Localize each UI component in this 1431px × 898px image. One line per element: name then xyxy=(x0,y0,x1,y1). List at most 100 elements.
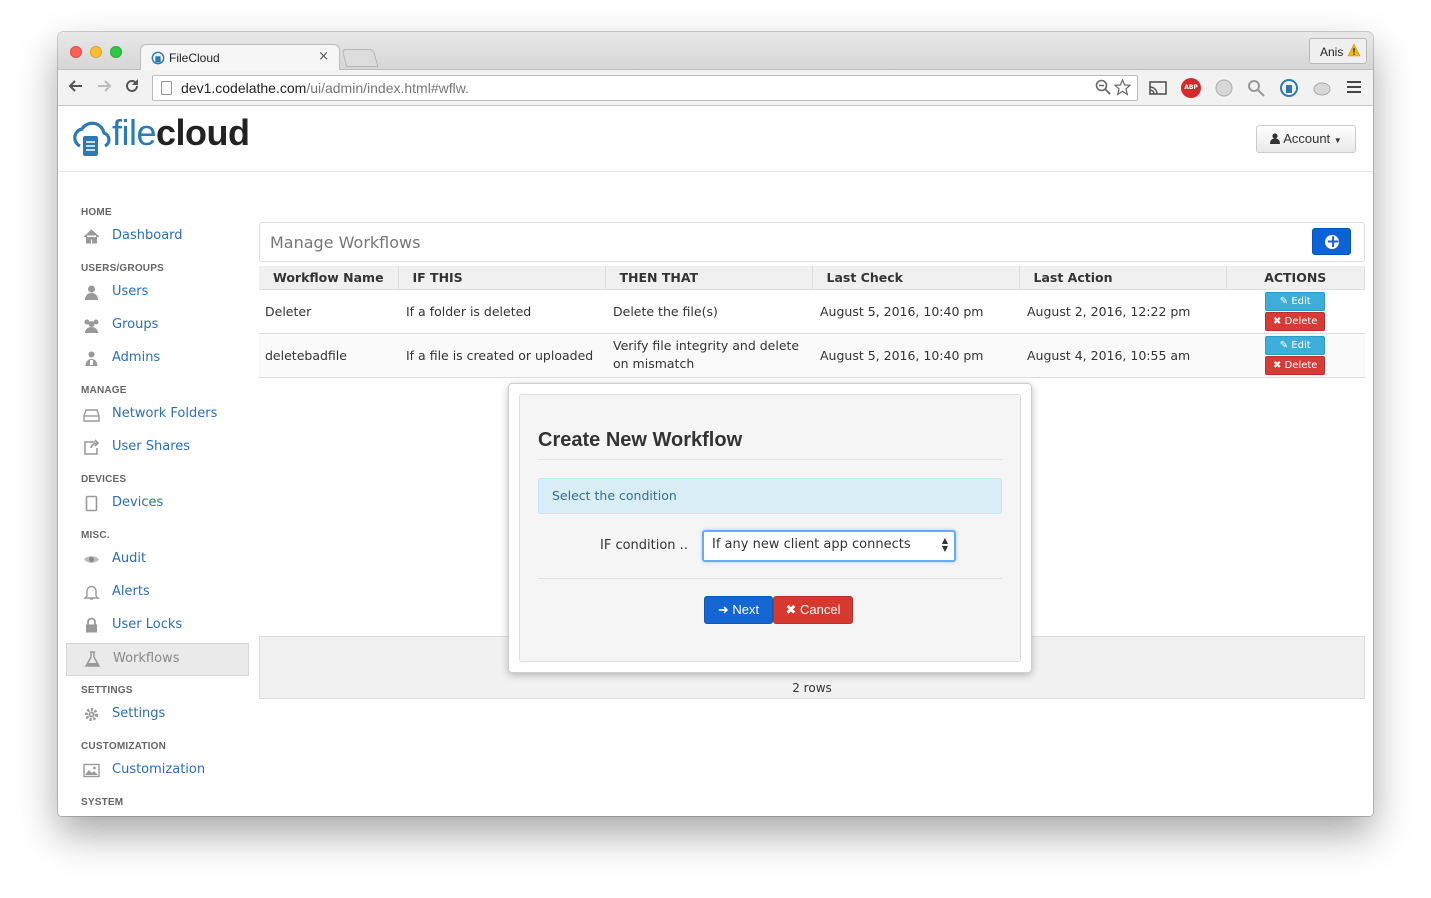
profile-button[interactable]: Anis xyxy=(1309,38,1367,64)
sidebar-section-home: HOME xyxy=(81,207,112,218)
account-dropdown-button[interactable]: Account ▼ xyxy=(1256,125,1356,153)
page-title: Manage Workflows xyxy=(270,233,421,252)
sidebar-item-label: Users xyxy=(112,284,149,299)
column-header[interactable]: IF THIS xyxy=(398,266,606,290)
last-action-cell: August 4, 2016, 10:55 am xyxy=(1019,333,1226,378)
logo-text-file: file xyxy=(112,112,157,153)
column-header[interactable]: Workflow Name xyxy=(259,266,399,290)
minimize-window-button[interactable] xyxy=(90,46,102,58)
manage-workflows-header: Manage Workflows xyxy=(259,222,1365,262)
column-header[interactable]: THEN THAT xyxy=(605,266,813,290)
sidebar-item-users[interactable]: Users xyxy=(66,277,249,310)
next-label: Next xyxy=(732,602,760,617)
menu-icon[interactable] xyxy=(1347,81,1361,93)
adblock-plus-icon[interactable]: ABP xyxy=(1181,78,1201,98)
sidebar-item-groups[interactable]: Groups xyxy=(66,310,249,343)
modal-body: Create New Workflow Select the condition… xyxy=(519,394,1021,662)
sidebar-item-dashboard[interactable]: Dashboard xyxy=(66,221,249,254)
column-header[interactable]: Last Check xyxy=(812,266,1020,290)
filecloud-extension-icon[interactable] xyxy=(1279,78,1299,98)
bookmark-star-icon[interactable] xyxy=(1114,79,1131,96)
sidebar-section-manage: MANAGE xyxy=(81,385,127,396)
sidebar-section-customization: CUSTOMIZATION xyxy=(81,741,167,752)
cancel-label: Cancel xyxy=(800,602,841,617)
sidebar-item-label: Alerts xyxy=(112,584,150,599)
condition-select[interactable]: If any new client app connects ▲ ▼ xyxy=(702,530,956,562)
admin-icon xyxy=(85,351,98,366)
table-row[interactable]: Deleter If a folder is deleted Delete th… xyxy=(259,289,1365,334)
edit-button[interactable]: ✎ Edit xyxy=(1265,291,1326,311)
sidebar-item-customization[interactable]: Customization xyxy=(66,755,249,788)
info-alert: Select the condition xyxy=(538,478,1002,514)
last-check-cell: August 5, 2016, 10:40 pm xyxy=(812,289,1019,334)
extension-icon[interactable] xyxy=(1214,78,1234,98)
browser-window: FileCloud × Anis dev1.codelathe.com/ui/a… xyxy=(58,32,1373,816)
lock-icon xyxy=(86,617,97,633)
reload-icon[interactable] xyxy=(124,78,140,94)
extension-icon[interactable] xyxy=(1246,78,1266,98)
extension-icon[interactable] xyxy=(1312,78,1332,98)
table-header-row: Workflow Name IF THIS THEN THAT Last Che… xyxy=(259,266,1365,290)
edit-label: Edit xyxy=(1291,295,1311,307)
condition-select-value: If any new client app connects xyxy=(712,537,911,552)
then-that-cell: Delete the file(s) xyxy=(605,289,812,334)
filecloud-logo-icon[interactable] xyxy=(70,116,112,160)
sidebar-item-alerts[interactable]: Alerts xyxy=(66,577,249,610)
sidebar-item-label: Groups xyxy=(112,317,159,332)
back-icon[interactable] xyxy=(68,78,84,94)
arrow-right-icon: ➜ xyxy=(717,602,729,617)
sidebar-section-misc: MISC. xyxy=(81,530,110,541)
page-icon xyxy=(161,81,172,95)
sidebar-item-label: User Locks xyxy=(112,617,183,632)
sidebar-item-devices[interactable]: Devices xyxy=(66,488,249,521)
logo-text[interactable]: filecloud xyxy=(112,112,250,154)
forward-icon[interactable] xyxy=(96,78,112,94)
close-window-button[interactable] xyxy=(70,46,82,58)
logo-text-cloud: cloud xyxy=(156,112,250,153)
delete-label: Delete xyxy=(1284,315,1318,327)
browser-tab[interactable]: FileCloud × xyxy=(140,44,340,71)
sidebar-item-user-locks[interactable]: User Locks xyxy=(66,610,249,643)
cancel-button[interactable]: ✖ Cancel xyxy=(773,596,853,624)
column-header: ACTIONS xyxy=(1226,266,1365,290)
cast-icon[interactable] xyxy=(1148,78,1168,98)
tab-close-icon[interactable]: × xyxy=(318,49,329,64)
sidebar-item-admins[interactable]: Admins xyxy=(66,343,249,376)
warning-icon xyxy=(1347,43,1361,57)
actions-cell: ✎ Edit ✖ Delete xyxy=(1226,289,1365,334)
column-header[interactable]: Last Action xyxy=(1019,266,1227,290)
sidebar-item-network-folders[interactable]: Network Folders xyxy=(66,399,249,432)
then-that-cell: Verify file integrity and delete on mism… xyxy=(605,333,812,378)
sidebar-section-system: SYSTEM xyxy=(81,797,124,808)
create-workflow-modal: Create New Workflow Select the condition… xyxy=(508,383,1032,673)
address-bar[interactable]: dev1.codelathe.com/ui/admin/index.html#w… xyxy=(152,75,1138,101)
edit-button[interactable]: ✎ Edit xyxy=(1265,335,1326,355)
url-path: /ui/admin/index.html#wflw. xyxy=(306,80,469,96)
last-check-cell: August 5, 2016, 10:40 pm xyxy=(812,333,1019,378)
edit-label: Edit xyxy=(1291,339,1311,351)
next-button[interactable]: ➜ Next xyxy=(704,596,773,624)
new-tab-button[interactable] xyxy=(341,49,379,67)
sidebar-item-settings[interactable]: Settings xyxy=(66,699,249,732)
sidebar-item-label: Settings xyxy=(112,706,166,721)
delete-button[interactable]: ✖ Delete xyxy=(1265,311,1326,331)
sidebar-item-workflows[interactable]: Workflows xyxy=(66,643,249,676)
user-icon xyxy=(85,285,98,300)
table-row[interactable]: deletebadfile If a file is created or up… xyxy=(259,333,1365,378)
zoom-window-button[interactable] xyxy=(110,46,122,58)
filecloud-favicon-icon xyxy=(151,51,165,65)
sidebar-item-label: User Shares xyxy=(112,439,191,454)
sidebar-item-audit[interactable]: Audit xyxy=(66,544,249,577)
browser-toolbar: dev1.codelathe.com/ui/admin/index.html#w… xyxy=(58,70,1373,106)
delete-button[interactable]: ✖ Delete xyxy=(1265,355,1326,375)
zoom-icon[interactable] xyxy=(1095,79,1111,95)
eye-icon xyxy=(84,556,99,563)
sidebar-item-label: Admins xyxy=(112,350,161,365)
add-workflow-button[interactable] xyxy=(1312,228,1351,255)
close-icon: ✖ xyxy=(785,602,797,617)
share-icon xyxy=(84,439,100,455)
sidebar-item-label: Dashboard xyxy=(112,228,183,243)
address-url: dev1.codelathe.com/ui/admin/index.html#w… xyxy=(181,80,469,96)
sidebar-item-user-shares[interactable]: User Shares xyxy=(66,432,249,465)
bell-icon xyxy=(83,585,100,600)
